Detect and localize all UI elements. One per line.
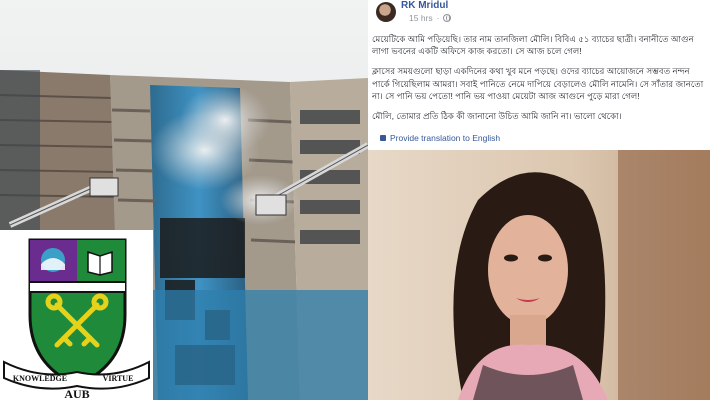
post-paragraph: মৌলি, তোমার প্রতি ঠিক কী জানানো উচিত আমি… (372, 111, 622, 122)
post-paragraph: মেয়েটিকে আমি পড়িয়েছি। তার নাম তানজিলা… (372, 34, 694, 57)
logo-abbr: AUB (64, 387, 89, 400)
post-meta: 15 hrs · (409, 13, 452, 23)
logo-banner-right: VIRTUE (103, 374, 134, 383)
university-logo: KNOWLEDGE VIRTUE AUB (0, 230, 153, 401)
shield-crest: KNOWLEDGE VIRTUE AUB (3, 238, 150, 401)
post-paragraph: ক্লাসের সময়গুলো ছাড়া একদিনের কথা খুব ম… (372, 66, 704, 101)
post-time[interactable]: 15 hrs (409, 13, 433, 23)
avatar[interactable] (376, 2, 396, 22)
translate-icon (380, 135, 386, 141)
logo-banner-left: KNOWLEDGE (13, 374, 67, 383)
post-body: মেয়েটিকে আমি পড়িয়েছি। তার নাম তানজিলা… (372, 33, 706, 130)
separator-dot: · (436, 13, 440, 23)
post-author[interactable]: RK Mridul (401, 0, 448, 11)
translate-link[interactable]: Provide translation to English (380, 133, 500, 143)
portrait-photo (368, 150, 710, 400)
translate-link-label: Provide translation to English (390, 133, 501, 143)
globe-icon (443, 14, 452, 22)
portrait-image (368, 150, 710, 400)
